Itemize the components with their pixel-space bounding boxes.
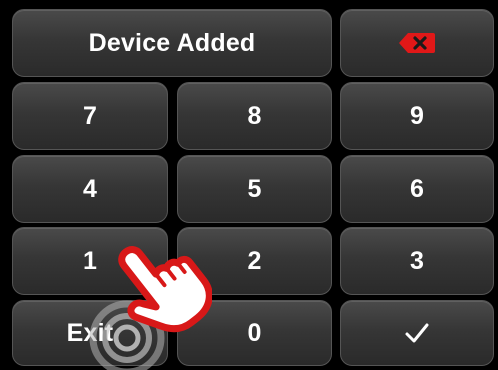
key-5-label: 5 — [247, 174, 262, 203]
key-0[interactable]: 0 — [177, 300, 332, 366]
key-2-label: 2 — [247, 246, 262, 275]
keypad-panel: Device Added 7 8 9 4 5 6 1 2 3 Exit 0 — [0, 0, 498, 370]
key-5[interactable]: 5 — [177, 155, 332, 223]
backspace-icon — [399, 33, 435, 53]
key-4[interactable]: 4 — [12, 155, 168, 223]
key-6[interactable]: 6 — [340, 155, 494, 223]
confirm-button[interactable] — [340, 300, 494, 366]
key-3[interactable]: 3 — [340, 227, 494, 295]
key-7[interactable]: 7 — [12, 82, 168, 150]
key-7-label: 7 — [82, 101, 98, 130]
exit-label: Exit — [66, 318, 114, 347]
key-9[interactable]: 9 — [340, 82, 494, 150]
backspace-button[interactable] — [340, 9, 494, 77]
exit-button[interactable]: Exit — [12, 300, 168, 366]
status-text: Device Added — [88, 28, 256, 57]
status-display: Device Added — [12, 9, 332, 77]
key-6-label: 6 — [409, 174, 425, 203]
key-1-label: 1 — [82, 246, 98, 275]
key-3-label: 3 — [409, 246, 425, 275]
key-8-label: 8 — [247, 101, 262, 130]
key-2[interactable]: 2 — [177, 227, 332, 295]
key-9-label: 9 — [409, 101, 425, 130]
key-4-label: 4 — [82, 174, 98, 203]
checkmark-icon — [405, 323, 429, 343]
key-1[interactable]: 1 — [12, 227, 168, 295]
key-0-label: 0 — [247, 318, 262, 347]
key-8[interactable]: 8 — [177, 82, 332, 150]
